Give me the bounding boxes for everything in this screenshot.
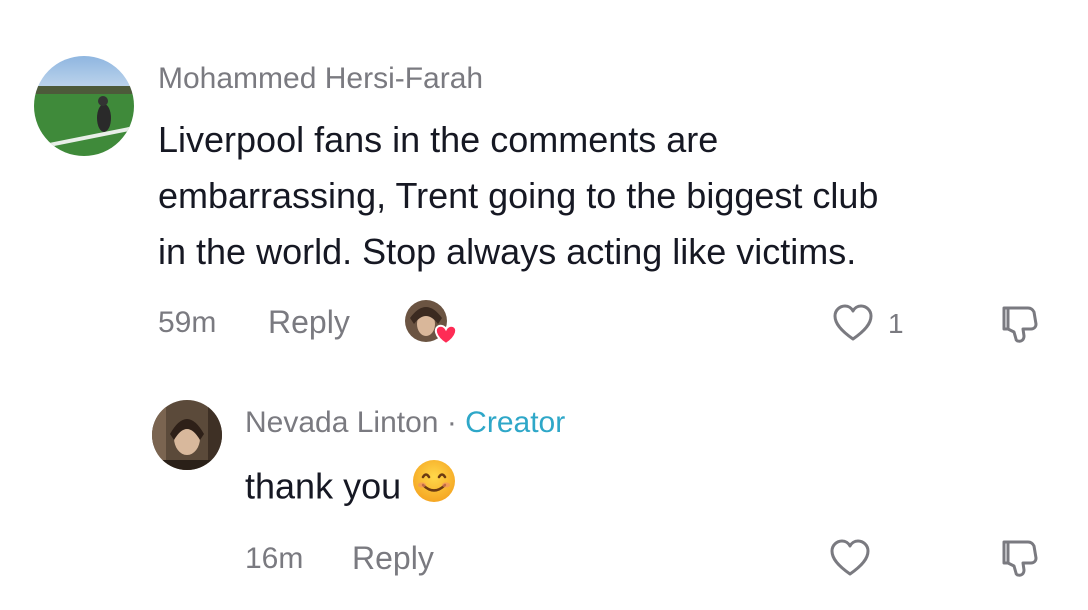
dislike-button[interactable] <box>998 536 1042 580</box>
comment-text-line: embarrassing, Trent going to the biggest… <box>158 175 879 216</box>
heart-outline-icon <box>833 304 873 341</box>
comment-text-content: thank you <box>245 465 402 507</box>
like-button[interactable] <box>832 303 874 343</box>
comment-text: Liverpool fans in the comments are embar… <box>158 112 878 280</box>
comment-time: 16m <box>245 542 304 575</box>
like-count: 1 <box>888 308 904 339</box>
heart-outline-icon <box>830 539 870 576</box>
smiling-face-emoji <box>411 458 457 520</box>
thumbs-down-icon <box>1002 540 1038 577</box>
creator-badge: Creator <box>465 406 566 439</box>
dislike-button[interactable] <box>998 302 1042 346</box>
creator-liked-heart-avatar <box>405 300 458 346</box>
reply-button[interactable]: Reply <box>352 540 434 577</box>
comment-username[interactable]: Mohammed Hersi-Farah <box>158 62 483 96</box>
like-button[interactable] <box>829 538 871 578</box>
reply-button[interactable]: Reply <box>268 304 350 341</box>
user-avatar[interactable] <box>152 400 222 470</box>
smiling-face-emoji-icon <box>413 460 456 502</box>
comment-username-row: Nevada Linton · Creator <box>245 406 565 440</box>
comment-text-line: Liverpool fans in the comments are <box>158 119 719 160</box>
creator-liked-badge <box>404 298 462 348</box>
avatar-photo <box>152 400 222 470</box>
comment-text-line: in the world. Stop always acting like vi… <box>158 231 857 272</box>
separator-dot: · <box>446 406 457 439</box>
user-avatar[interactable] <box>34 56 134 156</box>
thumbs-down-icon <box>1002 306 1038 343</box>
avatar-photo <box>34 56 134 156</box>
comment-time: 59m <box>158 306 217 339</box>
comment-username[interactable]: Nevada Linton <box>245 406 438 439</box>
comment-text: thank you <box>245 458 457 520</box>
